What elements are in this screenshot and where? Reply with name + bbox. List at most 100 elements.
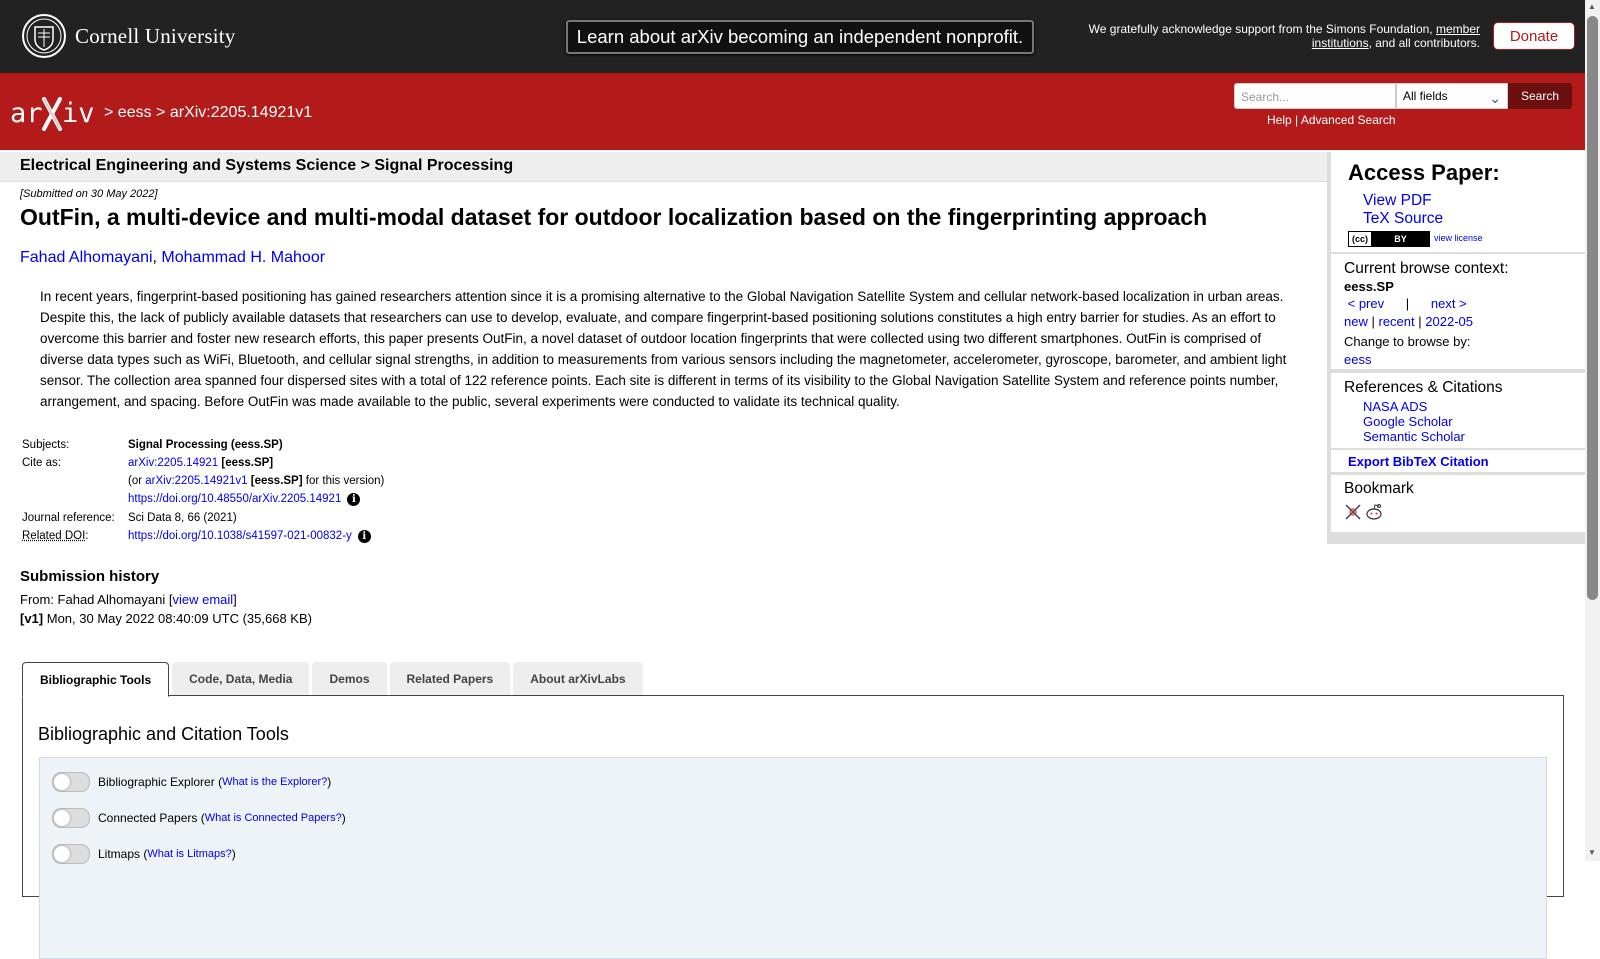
- support-text: We gratefully acknowledge support from t…: [1060, 22, 1480, 50]
- access-paper-box: Access Paper: View PDF TeX Source (cc) B…: [1331, 152, 1585, 252]
- google-scholar-link[interactable]: Google Scholar: [1363, 414, 1453, 429]
- bookmark-box: Bookmark: [1331, 475, 1585, 532]
- access-paper-title: Access Paper:: [1348, 160, 1500, 186]
- submission-history-title: Submission history: [20, 568, 159, 585]
- cornell-seal-icon: [21, 13, 67, 59]
- export-bibtex-link[interactable]: Export BibTeX Citation: [1348, 454, 1489, 469]
- browse-eess-link[interactable]: eess: [1344, 352, 1371, 367]
- new-link[interactable]: new: [1344, 314, 1368, 329]
- author-link[interactable]: Fahad Alhomayani: [20, 249, 153, 266]
- toggle-row: Litmaps (What is Litmaps?): [52, 844, 236, 864]
- sidebar: Access Paper: View PDF TeX Source (cc) B…: [1327, 152, 1585, 544]
- tab-about-arxivlabs[interactable]: About arXivLabs: [513, 662, 642, 695]
- prev-link[interactable]: < prev: [1348, 296, 1385, 311]
- view-pdf-link[interactable]: View PDF: [1363, 192, 1432, 210]
- journal-value: Sci Data 8, 66 (2021): [126, 509, 386, 527]
- bibsonomy-icon[interactable]: [1344, 503, 1362, 521]
- metadata-table: Subjects: Signal Processing (eess.SP) Ci…: [20, 436, 386, 546]
- recent-link[interactable]: recent: [1379, 314, 1415, 329]
- arxiv-header: ar iv > eess > arXiv:2205.14921v1 Search…: [0, 73, 1585, 150]
- paper-title: OutFin, a multi-device and multi-modal d…: [20, 204, 1310, 231]
- panel-title: Bibliographic and Citation Tools: [38, 724, 289, 745]
- university-name: Cornell University: [75, 24, 236, 49]
- breadcrumb-paper-id: arXiv:2205.14921v1: [170, 104, 312, 121]
- donate-button[interactable]: Donate: [1493, 22, 1575, 50]
- semantic-scholar-link[interactable]: Semantic Scholar: [1363, 429, 1465, 444]
- bibliographic-explorer-toggle[interactable]: [52, 772, 90, 792]
- browse-context-title: Current browse context:: [1344, 260, 1509, 278]
- tab-related-papers[interactable]: Related Papers: [390, 662, 511, 695]
- journal-label: Journal reference:: [20, 509, 126, 527]
- what-is-connected-papers-link[interactable]: What is Connected Papers?: [205, 812, 342, 824]
- what-is-explorer-link[interactable]: What is the Explorer?: [222, 776, 327, 788]
- references-box: References & Citations NASA ADS Google S…: [1331, 373, 1585, 448]
- help-link[interactable]: Help: [1267, 113, 1292, 127]
- litmaps-toggle[interactable]: [52, 844, 90, 864]
- reddit-icon[interactable]: [1365, 503, 1383, 521]
- breadcrumb-eess-link[interactable]: eess: [118, 104, 152, 121]
- month-link[interactable]: 2022-05: [1425, 314, 1473, 329]
- subject-header-title: Electrical Engineering and Systems Scien…: [20, 157, 513, 175]
- cc-by-license-badge[interactable]: (cc) BY: [1348, 231, 1430, 247]
- cite-label: Cite as:: [20, 454, 126, 472]
- breadcrumb: > eess > arXiv:2205.14921v1: [104, 104, 312, 122]
- info-icon[interactable]: i: [358, 530, 371, 543]
- browse-list-links: new | recent | 2022-05: [1344, 314, 1473, 329]
- next-link[interactable]: next >: [1431, 296, 1467, 311]
- subjects-value: Signal Processing (eess.SP): [128, 439, 283, 451]
- tab-panel: Bibliographic and Citation Tools Bibliog…: [22, 695, 1564, 897]
- scrollbar-thumb[interactable]: [1587, 16, 1598, 600]
- labs-tabs: Bibliographic Tools Code, Data, Media De…: [22, 662, 643, 697]
- doi-link[interactable]: https://doi.org/10.48550/arXiv.2205.1492…: [128, 493, 341, 505]
- browse-context-box: Current browse context: eess.SP < prev |…: [1331, 254, 1585, 369]
- references-title: References & Citations: [1344, 379, 1503, 397]
- browse-context-value: eess.SP: [1344, 279, 1394, 294]
- submission-version: [v1] Mon, 30 May 2022 08:40:09 UTC (35,6…: [20, 611, 312, 626]
- nasa-ads-link[interactable]: NASA ADS: [1363, 399, 1427, 414]
- tab-demos[interactable]: Demos: [312, 662, 386, 695]
- tab-bibliographic-tools[interactable]: Bibliographic Tools: [22, 662, 169, 697]
- author-list: Fahad Alhomayani, Mohammad H. Mahoor: [20, 249, 325, 267]
- by-icon: BY: [1372, 232, 1429, 246]
- toggle-row: Bibliographic Explorer (What is the Expl…: [52, 772, 331, 792]
- bookmark-icons: [1344, 503, 1383, 521]
- svg-text:iv: iv: [62, 98, 95, 129]
- subjects-label: Subjects:: [20, 436, 126, 454]
- connected-papers-toggle[interactable]: [52, 808, 90, 828]
- cite-id-link[interactable]: arXiv:2205.14921: [128, 457, 218, 469]
- scroll-up-icon[interactable]: ▲: [1588, 2, 1596, 11]
- bookmark-title: Bookmark: [1344, 480, 1414, 498]
- cornell-logo[interactable]: Cornell University: [21, 13, 236, 59]
- arxiv-logo-icon[interactable]: ar iv: [10, 93, 102, 133]
- submission-from: From: Fahad Alhomayani [view email]: [20, 592, 237, 607]
- search-button[interactable]: Search: [1508, 83, 1572, 109]
- chevron-down-icon: ⌄: [1489, 86, 1501, 111]
- bibtex-box: Export BibTeX Citation: [1331, 450, 1585, 472]
- tab-code-data-media[interactable]: Code, Data, Media: [172, 662, 309, 695]
- nonprofit-banner-button[interactable]: Learn about arXiv becoming an independen…: [566, 20, 1034, 54]
- toggle-row: Connected Papers (What is Connected Pape…: [52, 808, 346, 828]
- change-browse-label: Change to browse by:: [1344, 334, 1470, 349]
- search-field-select[interactable]: All fields ⌄: [1396, 83, 1508, 109]
- scroll-down-icon[interactable]: ▼: [1588, 848, 1596, 857]
- browse-nav: < prev | next >: [1344, 296, 1467, 311]
- view-email-link[interactable]: view email: [172, 592, 233, 607]
- related-doi-link[interactable]: https://doi.org/10.1038/s41597-021-00832…: [128, 530, 352, 542]
- search-help-links: Help | Advanced Search: [1267, 113, 1396, 127]
- advanced-search-link[interactable]: Advanced Search: [1301, 113, 1396, 127]
- view-license-link[interactable]: view license: [1434, 233, 1483, 243]
- svg-text:ar: ar: [10, 98, 43, 129]
- abstract: In recent years, fingerprint-based posit…: [40, 286, 1290, 412]
- info-icon[interactable]: i: [347, 493, 360, 506]
- version-id-link[interactable]: arXiv:2205.14921v1: [145, 475, 247, 487]
- subject-header: Electrical Engineering and Systems Scien…: [0, 152, 1327, 182]
- top-bar: Cornell University Learn about arXiv bec…: [0, 0, 1585, 73]
- toolbox: Bibliographic Explorer (What is the Expl…: [39, 757, 1547, 959]
- tex-source-link[interactable]: TeX Source: [1363, 210, 1443, 228]
- related-doi-label: Related DOI: [22, 530, 85, 542]
- what-is-litmaps-link[interactable]: What is Litmaps?: [147, 848, 231, 860]
- scrollbar[interactable]: ▲ ▼: [1585, 0, 1600, 861]
- search-input[interactable]: Search...: [1234, 83, 1396, 109]
- cc-icon: (cc): [1349, 232, 1372, 246]
- author-link[interactable]: Mohammad H. Mahoor: [161, 249, 325, 266]
